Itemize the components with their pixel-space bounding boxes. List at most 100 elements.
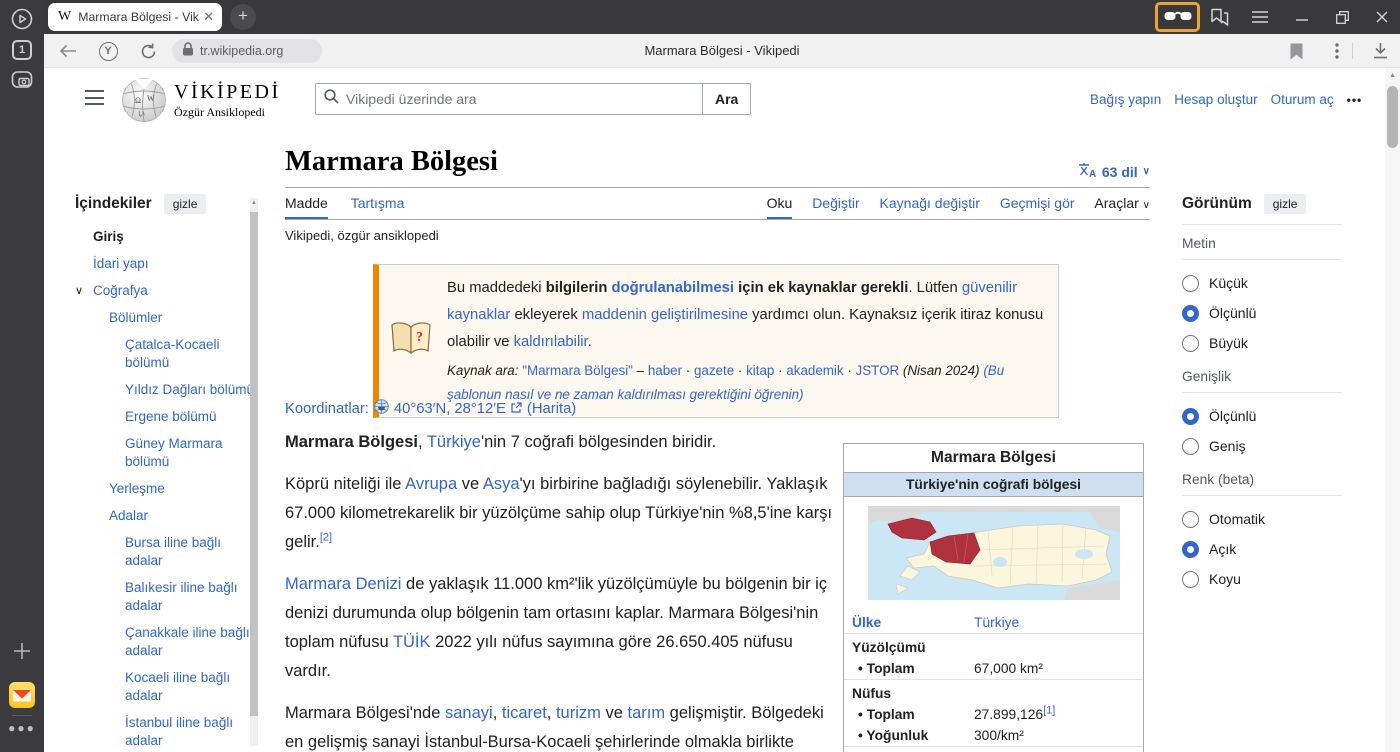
radio-icon[interactable] xyxy=(1182,335,1199,352)
inline-link[interactable]: kitap xyxy=(746,363,774,378)
toc-item[interactable]: Çanakkale iline bağlı adalar xyxy=(75,624,257,660)
toc-item[interactable]: Güney Marmara bölümü xyxy=(75,435,257,471)
search-button[interactable]: Ara xyxy=(703,83,751,115)
toc-item[interactable]: ∨Coğrafya xyxy=(75,282,257,300)
toc-item[interactable]: İdari yapı xyxy=(75,255,257,273)
inline-link[interactable]: maddenin geliştirilmesine xyxy=(582,307,748,323)
hamburger-icon[interactable] xyxy=(85,90,104,110)
tab-counter[interactable]: 1 xyxy=(12,40,32,60)
toc-hide-button[interactable]: gizle xyxy=(164,194,207,214)
toc-item[interactable]: Bölümler xyxy=(75,309,257,327)
coordinates-label-link[interactable]: Koordinatlar: xyxy=(285,401,369,417)
inline-link[interactable]: haber xyxy=(648,363,682,378)
download-icon[interactable] xyxy=(1370,41,1390,61)
mail-icon[interactable] xyxy=(9,682,35,713)
tab-read[interactable]: Oku xyxy=(767,195,793,219)
tab-history[interactable]: Geçmişi gör xyxy=(1000,195,1075,217)
login-link[interactable]: Oturum aç xyxy=(1271,92,1334,107)
turkey-region-map[interactable] xyxy=(844,497,1143,612)
close-icon[interactable] xyxy=(1370,5,1394,29)
inline-link[interactable]: Asya xyxy=(483,475,520,493)
wikipedia-logo[interactable]: Ω W い xyxy=(120,75,168,128)
glasses-icon[interactable] xyxy=(1164,8,1192,26)
more-options-icon[interactable]: ••• xyxy=(1347,93,1363,107)
radio-icon[interactable] xyxy=(1182,511,1199,528)
collections-icon[interactable] xyxy=(1207,5,1231,29)
inline-link[interactable]: JSTOR xyxy=(856,363,900,378)
toc-item[interactable]: Adalar xyxy=(75,507,257,525)
radio-selected-icon[interactable] xyxy=(1182,541,1199,558)
add-panel-icon[interactable] xyxy=(12,641,32,666)
infobox-label-link[interactable]: Ülke xyxy=(852,615,881,630)
tab-article[interactable]: Madde xyxy=(285,195,328,219)
radio-icon[interactable] xyxy=(1182,438,1199,455)
toc-item[interactable]: Yıldız Dağları bölümü xyxy=(75,381,257,399)
create-account-link[interactable]: Hesap oluştur xyxy=(1174,92,1257,107)
toc-item[interactable]: Çatalca-Kocaeli bölümü xyxy=(75,336,257,372)
tab-edit-source[interactable]: Kaynağı değiştir xyxy=(880,195,980,217)
coordinates-value-link[interactable]: 40°63′N, 28°12′E xyxy=(394,401,506,417)
scroll-up-icon[interactable]: ▲ xyxy=(251,200,257,206)
radio-icon[interactable] xyxy=(1182,275,1199,292)
inline-link[interactable]: Türkiye xyxy=(427,433,481,451)
radio-selected-icon[interactable] xyxy=(1182,305,1199,322)
map-link[interactable]: (Harita) xyxy=(527,401,576,417)
language-selector[interactable]: A 63 dil ∨ xyxy=(1077,162,1150,181)
wiki-wordmark[interactable]: VİKİPEDİ Özgür Ansiklopedi xyxy=(174,81,281,120)
donate-link[interactable]: Bağış yapın xyxy=(1090,92,1161,107)
scroll-up-icon[interactable]: ▲ xyxy=(1389,72,1396,79)
inline-link[interactable]: doğrulanabilmesi xyxy=(612,280,735,296)
inline-link[interactable]: Avrupa xyxy=(405,475,457,493)
inline-link[interactable]: gazete xyxy=(694,363,734,378)
radio-option-a-k[interactable]: Açık xyxy=(1182,534,1342,564)
inline-link[interactable]: akademik xyxy=(786,363,843,378)
inline-link[interactable]: Marmara Denizi xyxy=(285,575,401,593)
screenshot-icon[interactable] xyxy=(10,68,34,97)
toc-item[interactable]: Balıkesir iline bağlı adalar xyxy=(75,579,257,615)
infobox-value-link[interactable]: Türkiye xyxy=(974,615,1019,630)
inline-link[interactable]: TÜİK xyxy=(393,633,431,651)
toc-item[interactable]: Yerleşme xyxy=(75,480,257,498)
toc-item[interactable]: Giriş xyxy=(75,228,257,246)
rail-more-icon[interactable]: ●●● xyxy=(8,721,36,735)
toc-scrollbar[interactable]: ▲ xyxy=(250,198,258,746)
tools-menu[interactable]: Araçlar ∨ xyxy=(1094,195,1150,217)
search-input[interactable] xyxy=(346,91,694,107)
toc-scrollbar-thumb[interactable] xyxy=(250,212,258,716)
radio-option-geni-[interactable]: Geniş xyxy=(1182,431,1342,461)
chevron-down-icon[interactable]: ∨ xyxy=(75,282,83,300)
radio-option-k-k[interactable]: Küçük xyxy=(1182,268,1342,298)
toc-item[interactable]: Kocaeli iline bağlı adalar xyxy=(75,669,257,705)
kebab-icon[interactable] xyxy=(1327,41,1347,61)
radio-option-b-y-k[interactable]: Büyük xyxy=(1182,328,1342,358)
browser-tab[interactable]: W Marmara Bölgesi - Vikip ✕ xyxy=(48,3,222,31)
radio-option-koyu[interactable]: Koyu xyxy=(1182,564,1342,594)
radio-option--l-nl-[interactable]: Ölçünlü xyxy=(1182,401,1342,431)
inline-link[interactable]: sanayi xyxy=(445,704,493,722)
toc-item[interactable]: Ergene bölümü xyxy=(75,408,257,426)
page-scrollbar[interactable]: ▲ xyxy=(1385,68,1400,752)
reference-link[interactable]: [1] xyxy=(1043,704,1055,716)
page-scrollbar-thumb[interactable] xyxy=(1387,86,1398,148)
appearance-hide-button[interactable]: gizle xyxy=(1264,194,1307,214)
radio-option-otomatik[interactable]: Otomatik xyxy=(1182,504,1342,534)
inline-link[interactable]: "Marmara Bölgesi" xyxy=(522,363,633,378)
inline-link[interactable]: tarım xyxy=(628,704,666,722)
bookmark-icon[interactable] xyxy=(1286,41,1306,61)
minimize-icon[interactable] xyxy=(1290,5,1314,29)
inline-link[interactable]: turizm xyxy=(556,704,601,722)
radio-selected-icon[interactable] xyxy=(1182,408,1199,425)
play-icon[interactable] xyxy=(10,7,34,36)
toc-item[interactable]: Bursa iline bağlı adalar xyxy=(75,534,257,570)
tab-close-icon[interactable]: ✕ xyxy=(203,9,214,25)
tab-edit[interactable]: Değiştir xyxy=(812,195,859,217)
radio-option--l-nl-[interactable]: Ölçünlü xyxy=(1182,298,1342,328)
radio-icon[interactable] xyxy=(1182,571,1199,588)
tab-talk[interactable]: Tartışma xyxy=(351,195,405,217)
inline-link[interactable]: ticaret xyxy=(502,704,547,722)
toc-item[interactable]: İstanbul iline bağlı adalar xyxy=(75,714,257,750)
restore-icon[interactable] xyxy=(1330,5,1354,29)
new-tab-button[interactable]: + xyxy=(230,4,256,30)
inline-link[interactable]: kaldırılabilir xyxy=(514,334,588,350)
menu-icon[interactable] xyxy=(1248,5,1272,29)
